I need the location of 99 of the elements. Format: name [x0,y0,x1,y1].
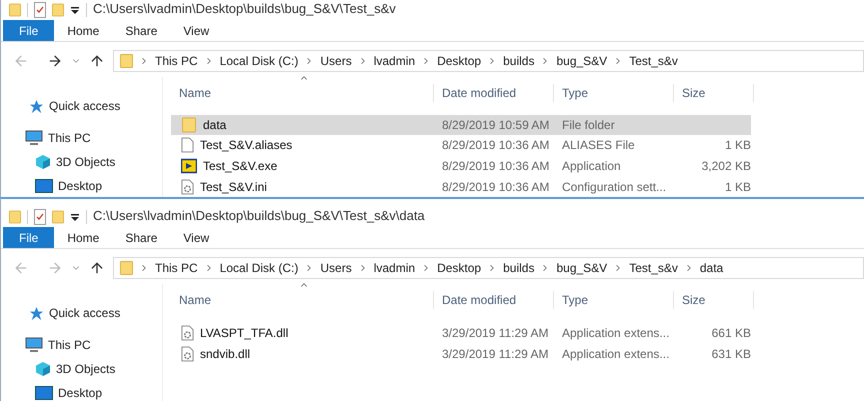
breadcrumb[interactable]: lvadmin [374,259,416,277]
date-cell-text: 8/29/2019 10:36 AM [441,178,550,196]
date-cell-text: 8/29/2019 10:59 AM [441,116,550,134]
ribbon-tab[interactable]: View [170,227,222,248]
file-tab[interactable]: File [3,227,54,248]
breadcrumb[interactable]: Test_s&v [629,259,678,277]
folder-icon [120,53,133,69]
window-title: C:\Users\lvadmin\Desktop\builds\bug_S&V\Test_s&v\data [93,207,425,225]
ribbon-tab[interactable]: Share [112,20,170,41]
sidebar-item[interactable]: Desktop [58,384,102,401]
file-tab[interactable]: File [3,20,54,41]
sidebar-item[interactable]: Quick access [49,304,120,322]
column-header[interactable]: Size [674,84,754,102]
up-icon[interactable] [89,260,105,276]
type-cell-text: Application extens... [561,324,670,342]
file-name: Test_S&V.ini [200,178,267,196]
column-header[interactable]: Name [171,291,434,309]
sidebar-item[interactable]: This PC [48,336,91,354]
document-icon [181,137,194,154]
size-cell-text: 1 KB [724,178,751,196]
size-cell-text: 3,202 KB [702,158,751,176]
gear-file-icon [181,324,194,340]
type-cell-text: Application extens... [561,346,670,362]
application-icon [181,158,197,174]
type-cell-text: File folder [561,116,616,134]
file-row[interactable]: Test_S&V.aliases 8/29/2019 10:36 AM ALIASES File 1 KB [171,135,751,156]
folder-icon [181,116,197,133]
column-header[interactable]: Date modified [434,84,554,102]
file-row[interactable]: LVASPT_TFA.dll 3/29/2019 11:29 AM Application extens... 661 KB [171,322,751,343]
address-bar[interactable]: This PC Local Disk (C:) Users lvadmin Desktop builds bug_S&V Test_s&v data [113,257,864,279]
breadcrumb[interactable]: This PC [155,259,198,277]
sidebar-item[interactable]: 3D Objects [56,360,116,378]
file-row[interactable]: sndvib.dll 3/29/2019 11:29 AM Application extens... 631 KB [171,343,751,364]
desktop-icon [35,179,53,193]
column-header[interactable]: Name [171,84,434,102]
ribbon-tab[interactable]: Home [54,20,112,41]
address-bar[interactable]: This PC Local Disk (C:) Users lvadmin Desktop builds bug_S&V Test_s&v [113,50,864,72]
new-folder-icon [52,209,64,225]
customize-menu-icon[interactable] [70,213,80,223]
file-name: Test_S&V.exe [203,158,278,176]
cube-icon [35,154,51,170]
date-cell-text: 3/29/2019 11:29 AM [441,324,550,342]
forward-icon[interactable] [47,53,63,69]
type-cell-text: Application [561,158,622,176]
folder-icon [9,209,21,225]
type-cell-text: Configuration sett... [561,178,668,196]
file-name: sndvib.dll [200,346,250,362]
up-icon[interactable] [89,53,105,69]
breadcrumb[interactable]: Local Disk (C:) [220,52,298,70]
breadcrumb[interactable]: builds [503,52,534,70]
file-name: Test_S&V.aliases [200,137,292,154]
breadcrumb[interactable]: builds [503,259,534,277]
breadcrumb[interactable]: Desktop [437,259,482,277]
date-cell-text: 8/29/2019 10:36 AM [441,137,550,154]
folder-icon [9,2,21,18]
monitor-icon [25,337,43,353]
new-folder-icon [52,2,64,18]
sidebar-item[interactable]: Quick access [49,97,120,115]
size-cell-text: 631 KB [712,346,751,362]
gear-file-icon [181,346,194,362]
sidebar-item[interactable]: This PC [48,129,91,147]
breadcrumb[interactable]: data [700,259,724,277]
sidebar-item[interactable]: 3D Objects [56,153,116,171]
file-row[interactable]: Test_S&V.exe 8/29/2019 10:36 AM Application 3,202 KB [171,156,751,176]
size-cell-text: 661 KB [712,324,751,342]
breadcrumb[interactable]: lvadmin [374,52,416,70]
star-icon [29,306,44,320]
size-cell-text: 1 KB [724,137,751,154]
breadcrumb[interactable]: bug_S&V [556,52,608,70]
breadcrumb[interactable]: Local Disk (C:) [220,259,298,277]
monitor-icon [25,130,43,146]
file-row[interactable]: data 8/29/2019 10:59 AM File folder [171,114,751,136]
ribbon-tab[interactable]: Home [54,227,112,248]
breadcrumb[interactable]: bug_S&V [556,259,608,277]
type-cell-text: ALIASES File [561,137,636,154]
file-row[interactable]: Test_S&V.ini 8/29/2019 10:36 AM Configuration sett... 1 KB [171,176,751,197]
column-header[interactable]: Size [674,291,754,309]
cube-icon [35,361,51,377]
window-title: C:\Users\lvadmin\Desktop\builds\bug_S&V\Test_s&v [93,0,396,18]
column-header[interactable]: Type [554,84,674,102]
folder-icon [120,260,133,276]
sidebar-item[interactable]: Desktop [58,177,102,195]
column-header[interactable]: Date modified [434,291,554,309]
file-name: data [203,116,226,134]
breadcrumb[interactable]: Users [320,52,352,70]
star-icon [29,98,44,114]
date-cell-text: 8/29/2019 10:36 AM [441,158,550,176]
desktop-icon [35,386,53,400]
ribbon-tab[interactable]: Share [112,227,170,248]
breadcrumb[interactable]: Test_s&v [629,52,678,70]
breadcrumb[interactable]: Users [320,259,352,277]
file-name: LVASPT_TFA.dll [200,324,288,342]
customize-menu-icon[interactable] [70,6,80,16]
breadcrumb[interactable]: Desktop [437,52,482,70]
column-header[interactable]: Type [554,291,674,309]
properties-icon [34,209,46,225]
breadcrumb[interactable]: This PC [155,52,198,70]
date-cell-text: 3/29/2019 11:29 AM [441,346,550,362]
ribbon-tab[interactable]: View [170,20,222,41]
